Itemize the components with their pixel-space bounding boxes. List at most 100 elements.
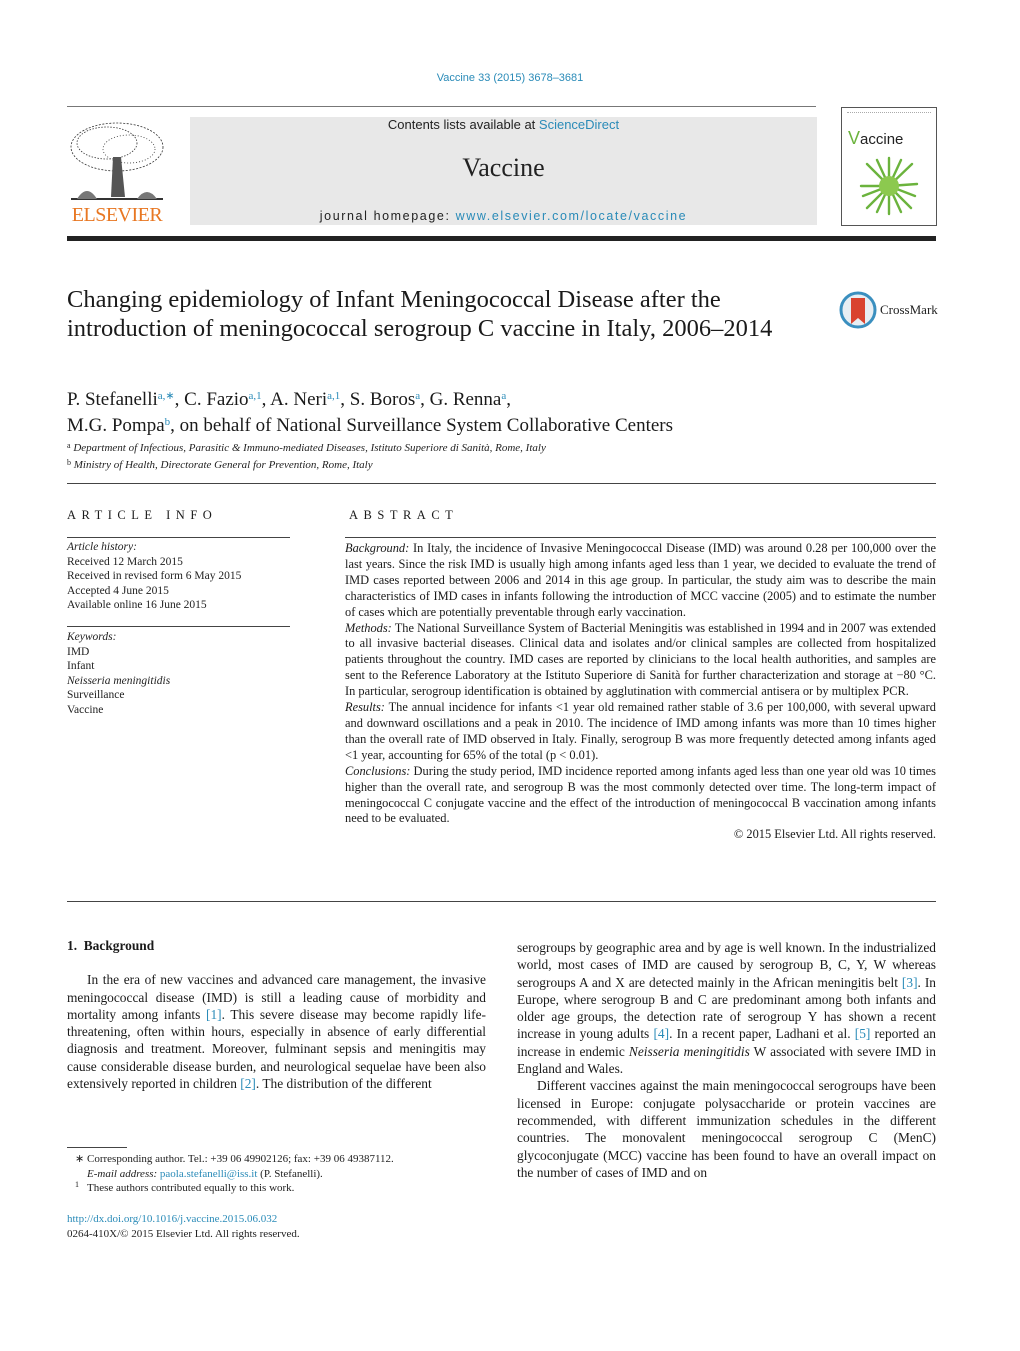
email-footnote: E-mail address: paola.stefanelli@iss.it …: [67, 1167, 487, 1182]
contents-available-line: Contents lists available at ScienceDirec…: [190, 117, 817, 132]
header-thick-rule: [67, 236, 936, 241]
sciencedirect-link[interactable]: ScienceDirect: [539, 117, 619, 132]
author-collaborative-note: , on behalf of National Surveillance Sys…: [170, 415, 673, 436]
keywords: Keywords: IMD Infant Neisseria meningiti…: [67, 630, 290, 717]
abstract-section-text: During the study period, IMD incidence r…: [345, 763, 936, 826]
section-heading: 1. Background: [67, 937, 486, 954]
author-separator: ,: [261, 389, 271, 410]
history-received: Received 12 March 2015: [67, 555, 183, 568]
author-name[interactable]: M.G. Pompa: [67, 415, 165, 436]
abstract-background: Background: In Italy, the incidence of I…: [345, 541, 936, 621]
homepage-prefix: journal homepage:: [319, 209, 456, 223]
footnotes: ∗ Corresponding author. Tel.: +39 06 4990…: [67, 1152, 487, 1196]
author-name[interactable]: P. Stefanelli: [67, 389, 158, 410]
species-name: Neisseria meningitidis: [628, 1043, 750, 1059]
author-separator: ,: [340, 389, 350, 410]
cover-title: Vaccine: [848, 128, 904, 148]
keyword-item: Infant: [67, 660, 95, 672]
article-info-heading: ARTICLE INFO: [67, 508, 218, 522]
article-history: Article history: Received 12 March 2015 …: [67, 540, 290, 613]
keywords-rule: [67, 626, 290, 627]
authors-line-2: M.G. Pompab, on behalf of National Surve…: [67, 411, 927, 437]
citation-link[interactable]: [5]: [855, 1026, 871, 1041]
doi-block: http://dx.doi.org/10.1016/j.vaccine.2015…: [67, 1212, 487, 1241]
footnote-rule: [67, 1147, 127, 1148]
body-text: serogroups by geographic area and by age…: [517, 940, 936, 990]
affiliation-text: Department of Infectious, Parasitic & Im…: [73, 442, 546, 454]
citation-link[interactable]: [3]: [902, 975, 918, 990]
abstract-body: Background: In Italy, the incidence of I…: [345, 541, 936, 843]
contents-prefix: Contents lists available at: [387, 117, 539, 132]
cover-top-strip: [847, 112, 931, 116]
body-right-column: serogroups by geographic area and by age…: [517, 939, 936, 1181]
journal-homepage-link[interactable]: www.elsevier.com/locate/vaccine: [456, 209, 688, 223]
section-number: 1.: [67, 938, 78, 953]
affiliations: a Department of Infectious, Parasitic & …: [67, 439, 927, 472]
affiliation-text: Ministry of Health, Directorate General …: [73, 458, 373, 471]
history-revised: Received in revised form 6 May 2015: [67, 570, 242, 582]
journal-homepage-line: journal homepage: www.elsevier.com/locat…: [190, 209, 817, 223]
abstract-heading: ABSTRACT: [349, 508, 459, 522]
affiliation-b: b Ministry of Health, Directorate Genera…: [67, 456, 927, 473]
section-title: Background: [83, 938, 155, 953]
author-list: P. Stefanellia,∗, C. Fazioa,1, A. Neria,…: [67, 385, 927, 437]
citation-link[interactable]: [1]: [206, 1007, 222, 1022]
abstract-section-text: In Italy, the incidence of Invasive Meni…: [345, 541, 936, 619]
body-left-column: 1. Background In the era of new vaccines…: [67, 937, 486, 1092]
keyword-item: Surveillance: [67, 689, 125, 701]
crossmark-label: CrossMark: [880, 302, 938, 317]
author-name[interactable]: A. Neri: [270, 389, 327, 410]
abstract-section-label: Methods:: [345, 620, 392, 635]
header-top-rule: [67, 106, 816, 107]
abstract-section-label: Conclusions:: [345, 763, 411, 778]
keyword-item: Neisseria meningitidis: [67, 674, 171, 687]
elsevier-tree-icon: [70, 122, 164, 200]
author-separator: ,: [174, 389, 185, 410]
email-link[interactable]: paola.stefanelli@iss.it: [160, 1168, 258, 1180]
affiliation-a: a Department of Infectious, Parasitic & …: [67, 439, 927, 456]
elsevier-logo[interactable]: ELSEVIER: [67, 117, 167, 227]
author-affiliation-mark[interactable]: a,1: [249, 390, 262, 402]
article-info-rule: [67, 537, 290, 538]
author-affiliation-mark[interactable]: a,1: [327, 390, 340, 402]
corresponding-author-footnote: ∗ Corresponding author. Tel.: +39 06 4990…: [67, 1152, 487, 1167]
citation-link[interactable]: [4]: [653, 1026, 669, 1041]
article-title: Changing epidemiology of Infant Meningoc…: [67, 286, 773, 342]
footnote-mark: 1: [75, 1180, 79, 1190]
equal-contribution-footnote: 1 These authors contributed equally to th…: [67, 1180, 487, 1196]
body-paragraph: serogroups by geographic area and by age…: [517, 939, 936, 1077]
keyword-item: Vaccine: [67, 703, 104, 716]
body-text: . In a recent paper, Ladhani et al.: [669, 1026, 855, 1042]
crossmark-icon: [839, 291, 877, 329]
footnote-text: These authors contributed equally to thi…: [87, 1182, 295, 1195]
article-history-label: Article history:: [67, 541, 137, 553]
abstract-section-label: Background:: [345, 541, 410, 555]
abstract-section-text: The annual incidence for infants <1 year…: [345, 700, 936, 762]
citation-link[interactable]: [2]: [240, 1076, 256, 1091]
abstract-section-label: Results:: [345, 700, 385, 715]
author-name[interactable]: S. Boros: [350, 389, 415, 410]
author-name[interactable]: G. Renna: [430, 389, 502, 410]
journal-cover-thumbnail[interactable]: Vaccine: [841, 107, 937, 226]
author-name[interactable]: C. Fazio: [184, 389, 248, 410]
crossmark-button[interactable]: CrossMark: [839, 291, 939, 329]
vaccine-cover-virus-icon: [859, 156, 919, 216]
doi-link[interactable]: http://dx.doi.org/10.1016/j.vaccine.2015…: [67, 1212, 487, 1227]
body-paragraph: In the era of new vaccines and advanced …: [67, 971, 486, 1092]
body-text: . The distribution of the different: [255, 1076, 432, 1092]
body-paragraph: Different vaccines against the main meni…: [517, 1078, 936, 1180]
abstract-results: Results: The annual incidence for infant…: [345, 700, 936, 764]
footnote-mark: ∗: [75, 1153, 85, 1165]
journal-reference-link[interactable]: Vaccine 33 (2015) 3678–3681: [0, 72, 1020, 84]
author-affiliation-mark[interactable]: a,∗: [158, 390, 175, 402]
author-separator: ,: [420, 389, 430, 410]
abstract-copyright: © 2015 Elsevier Ltd. All rights reserved…: [733, 827, 936, 842]
abstract-conclusions: Conclusions: During the study period, IM…: [345, 764, 936, 828]
affiliation-mark: a: [67, 441, 71, 450]
abstract-rule: [345, 537, 936, 538]
journal-name: Vaccine: [462, 153, 545, 182]
abstract-divider: [67, 901, 936, 902]
footnote-text: Corresponding author. Tel.: +39 06 49902…: [87, 1153, 394, 1165]
elsevier-wordmark: ELSEVIER: [71, 204, 163, 226]
history-online: Available online 16 June 2015: [67, 599, 207, 611]
